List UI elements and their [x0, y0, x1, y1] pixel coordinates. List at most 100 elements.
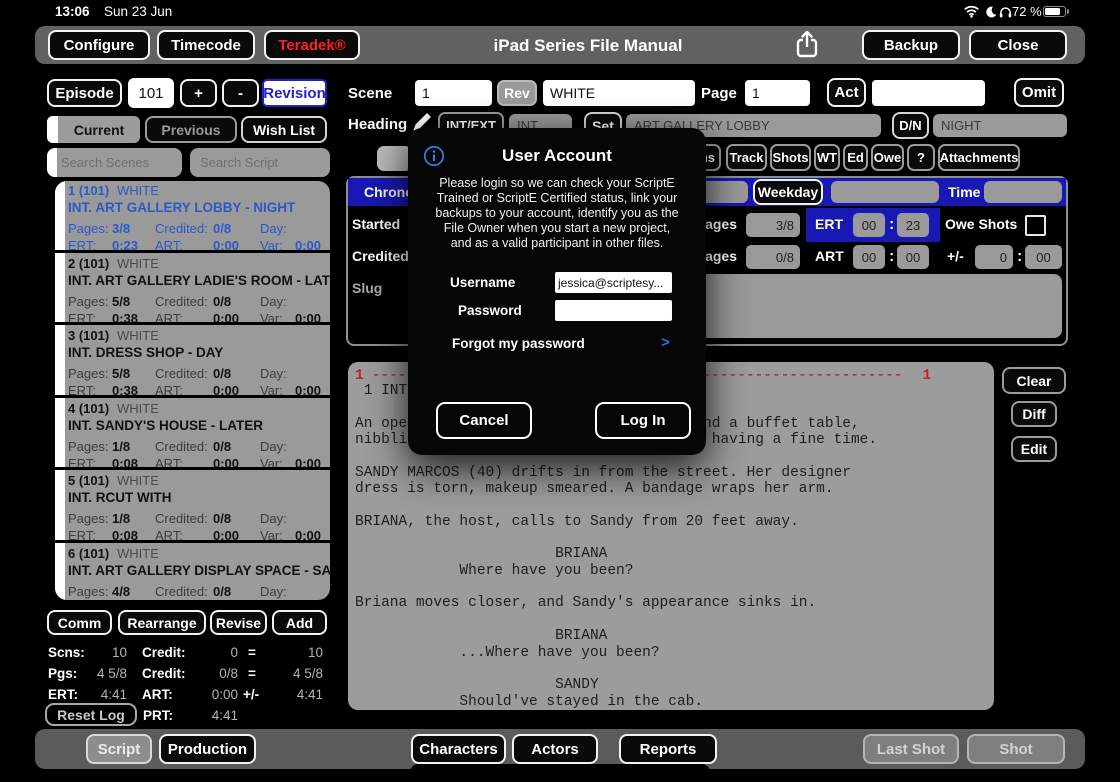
password-label: Password: [458, 303, 522, 318]
tab-help[interactable]: ?: [907, 144, 935, 171]
scene-list-item-2[interactable]: 2 (101)WHITE INT. ART GALLERY LADIE'S RO…: [55, 256, 330, 326]
user-account-dialog: User Account Please login so we can chec…: [408, 128, 706, 455]
tab-wish-list[interactable]: Wish List: [241, 116, 327, 143]
tab-characters[interactable]: Characters: [411, 734, 506, 764]
battery-icon: [1043, 6, 1066, 17]
search-scenes-input[interactable]: [57, 148, 182, 177]
diff-button[interactable]: Diff: [1011, 401, 1057, 427]
scene-list: 1 (101)WHITE INT. ART GALLERY LOBBY - NI…: [55, 181, 330, 600]
tab-current[interactable]: Current: [47, 116, 140, 143]
episode-increment-button[interactable]: +: [180, 79, 217, 107]
tab-previous[interactable]: Previous: [145, 116, 237, 143]
divider: [55, 540, 330, 543]
weekday-button[interactable]: Weekday: [753, 179, 823, 205]
art-minutes[interactable]: 00: [853, 245, 885, 269]
art-seconds[interactable]: 00: [897, 245, 929, 269]
search-script-input[interactable]: [190, 148, 330, 177]
tab-owe[interactable]: Owe: [871, 144, 904, 171]
top-toolbar: Configure Timecode Teradek® iPad Series …: [35, 26, 1085, 64]
scene-list-item-4[interactable]: 4 (101)WHITE INT. SANDY'S HOUSE - LATER …: [55, 401, 330, 471]
username-input[interactable]: [555, 272, 672, 293]
time-value[interactable]: [984, 181, 1062, 203]
chevron-right-icon[interactable]: >: [661, 334, 670, 351]
tab-actors[interactable]: Actors: [512, 734, 598, 764]
last-shot-button[interactable]: Last Shot: [863, 734, 959, 764]
scene-list-item-5[interactable]: 5 (101)WHITE INT. RCUT WITH Pages:1/8Cre…: [55, 473, 330, 543]
totals-row-prt: PRT: 4:41: [45, 708, 330, 726]
page-number-input[interactable]: [745, 80, 810, 106]
scene-number-input[interactable]: [415, 80, 492, 106]
chronology-value[interactable]: [700, 181, 748, 203]
comm-button[interactable]: Comm: [47, 610, 112, 635]
tab-attachments[interactable]: Attachments: [938, 144, 1020, 171]
tab-shots[interactable]: Shots: [770, 144, 811, 171]
plus-minus-label: +/-: [947, 248, 964, 264]
rev-button[interactable]: Rev: [497, 80, 537, 106]
slug-label: Slug: [352, 280, 382, 296]
omit-button[interactable]: Omit: [1014, 78, 1064, 107]
ert-seconds[interactable]: 23: [897, 213, 929, 237]
tab-fragment-selected[interactable]: [377, 146, 412, 171]
selection-strip: [47, 116, 58, 143]
owe-shots-checkbox[interactable]: [1025, 215, 1046, 236]
scene-list-item-3[interactable]: 3 (101)WHITE INT. DRESS SHOP - DAY Pages…: [55, 328, 330, 398]
credited-label: Credited: [352, 248, 409, 264]
revision-button[interactable]: Revision: [262, 79, 327, 107]
page-label: Page: [701, 85, 737, 102]
teradek-button[interactable]: Teradek®: [264, 30, 360, 60]
bottom-toolbar: Script Production Characters Actors Repo…: [35, 729, 1085, 769]
episode-decrement-button[interactable]: -: [222, 79, 259, 107]
scene-list-item-1[interactable]: 1 (101)WHITE INT. ART GALLERY LOBBY - NI…: [55, 183, 330, 253]
weekday-value[interactable]: [831, 181, 939, 203]
tab-reports[interactable]: Reports: [619, 734, 717, 764]
day-night-value[interactable]: NIGHT: [933, 114, 1067, 137]
configure-button[interactable]: Configure: [48, 30, 150, 60]
tab-wt[interactable]: WT: [814, 144, 840, 171]
divider: [55, 250, 330, 253]
backup-button[interactable]: Backup: [862, 30, 960, 60]
edit-button[interactable]: Edit: [1011, 436, 1057, 462]
variance-minutes[interactable]: 0: [975, 245, 1013, 269]
ert-minutes[interactable]: 00: [853, 213, 885, 237]
tab-current-label: Current: [58, 116, 140, 143]
heading-label: Heading: [348, 116, 407, 133]
art-label: ART: [815, 248, 844, 264]
colon: :: [1017, 248, 1022, 266]
ert-label: ERT: [815, 216, 843, 232]
tab-production[interactable]: Production: [159, 734, 256, 764]
episode-number-input[interactable]: [128, 78, 174, 108]
home-indicator-area: [410, 764, 710, 782]
login-button[interactable]: Log In: [595, 402, 691, 439]
rearrange-button[interactable]: Rearrange: [118, 610, 206, 635]
tab-track[interactable]: Track: [726, 144, 767, 171]
revision-color-input[interactable]: [543, 80, 695, 106]
credited-pages-value[interactable]: 0/8: [746, 245, 800, 269]
clear-button[interactable]: Clear: [1002, 367, 1066, 394]
tab-script-bottom[interactable]: Script: [86, 734, 152, 764]
close-button[interactable]: Close: [969, 30, 1067, 60]
add-button[interactable]: Add: [272, 610, 327, 635]
divider: [55, 395, 330, 398]
battery-percent: 72 %: [1012, 4, 1042, 19]
tab-ed[interactable]: Ed: [843, 144, 868, 171]
timecode-button[interactable]: Timecode: [157, 30, 255, 60]
owe-shots-label: Owe Shots: [945, 216, 1017, 232]
variance-seconds[interactable]: 00: [1025, 245, 1062, 269]
cancel-button[interactable]: Cancel: [436, 402, 532, 439]
act-button[interactable]: Act: [827, 78, 866, 107]
time-label: Time: [948, 184, 980, 200]
revise-button[interactable]: Revise: [210, 610, 267, 635]
totals-row-scenes: Scns: 10 Credit: 0 = 10: [45, 645, 330, 663]
moon-focus-icon: [985, 5, 997, 23]
forgot-password-link[interactable]: Forgot my password: [452, 336, 585, 351]
day-night-button[interactable]: D/N: [892, 112, 929, 139]
act-value-input[interactable]: [872, 80, 985, 106]
scene-list-item-6[interactable]: 6 (101)WHITE INT. ART GALLERY DISPLAY SP…: [55, 546, 330, 600]
episode-button[interactable]: Episode: [47, 79, 122, 107]
password-input[interactable]: [555, 300, 672, 321]
share-icon[interactable]: [793, 29, 821, 66]
shot-button[interactable]: Shot: [967, 734, 1065, 764]
wifi-icon: [963, 5, 980, 23]
username-label: Username: [450, 275, 515, 290]
started-pages-value[interactable]: 3/8: [746, 213, 800, 237]
